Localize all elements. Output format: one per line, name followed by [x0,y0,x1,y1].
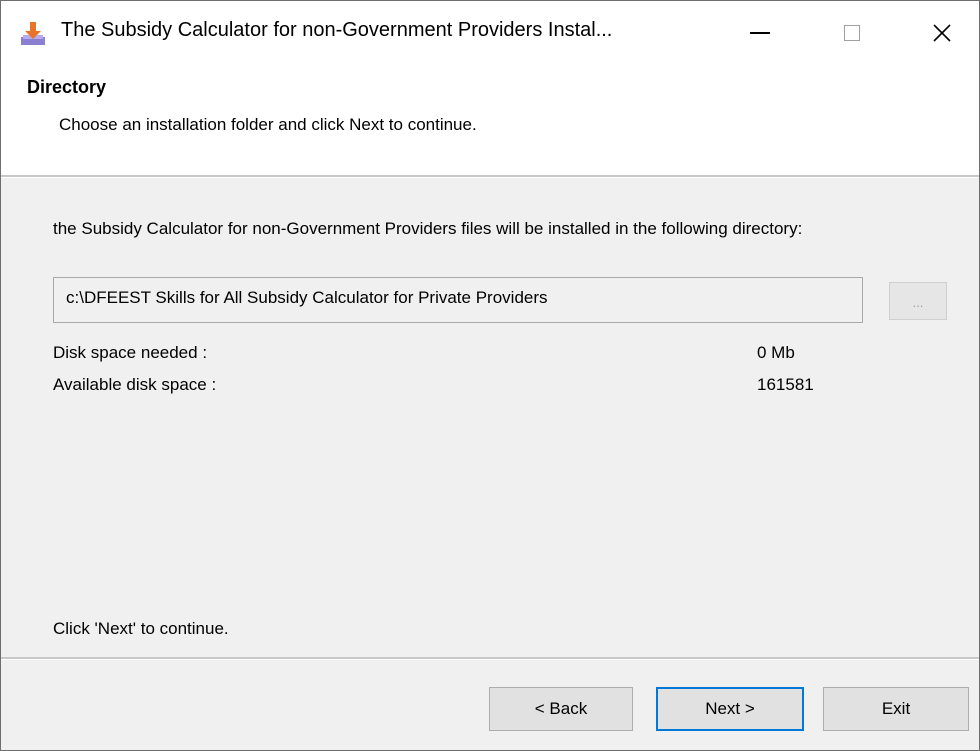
close-icon [933,24,951,42]
disk-available-value: 161581 [757,375,814,394]
disk-needed-label: Disk space needed : [53,343,208,362]
exit-button[interactable]: Exit [823,687,969,731]
installer-window: The Subsidy Calculator for non-Governmen… [0,0,980,751]
footer-divider [1,657,979,660]
page-header: Directory Choose an installation folder … [1,65,979,175]
browse-button: ... [889,282,947,320]
title-bar[interactable]: The Subsidy Calculator for non-Governmen… [1,1,979,65]
install-description: the Subsidy Calculator for non-Governmen… [53,219,803,238]
disk-available-label: Available disk space : [53,375,217,394]
back-button[interactable]: < Back [489,687,633,731]
next-button[interactable]: Next > [656,687,804,731]
disk-needed-value: 0 Mb [757,343,795,362]
install-directory-field[interactable]: c:\DFEEST Skills for All Subsidy Calcula… [53,277,863,323]
page-subtitle: Choose an installation folder and click … [59,115,477,134]
header-divider [1,175,979,178]
page-title: Directory [27,77,107,97]
installer-icon [21,22,45,45]
window-title: The Subsidy Calculator for non-Governmen… [61,19,613,41]
footer-hint: Click 'Next' to continue. [53,619,229,638]
minimize-icon [750,32,770,34]
maximize-button[interactable] [807,1,897,65]
close-button[interactable] [897,1,980,65]
minimize-button[interactable] [715,1,805,65]
maximize-icon [844,25,860,41]
install-directory-value: c:\DFEEST Skills for All Subsidy Calcula… [66,288,548,307]
